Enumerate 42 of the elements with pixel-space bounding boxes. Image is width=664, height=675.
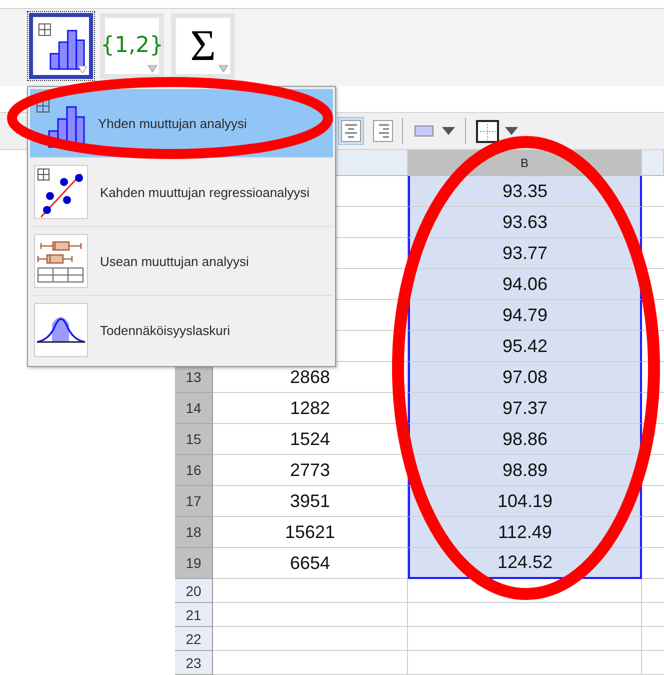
histogram-icon xyxy=(34,97,86,149)
row-header[interactable]: 17 xyxy=(175,486,213,517)
align-center-button[interactable] xyxy=(338,117,364,145)
row-header[interactable]: 14 xyxy=(175,393,213,424)
table-cell: 93.77 xyxy=(408,238,642,269)
table-cell: 15621 xyxy=(213,517,408,548)
histogram-icon xyxy=(36,21,86,71)
table-cell: 98.86 xyxy=(408,424,642,455)
table-cell: 1282 xyxy=(213,393,408,424)
table-cell: 94.79 xyxy=(408,300,642,331)
color-swatch-icon xyxy=(414,125,434,137)
row-header[interactable]: 23 xyxy=(175,651,213,675)
tool-button[interactable] xyxy=(29,13,93,79)
menu-item[interactable]: Usean muuttujan analyysi xyxy=(30,227,333,296)
table-cell: 98.89 xyxy=(408,455,642,486)
menu-item[interactable]: Kahden muuttujan regressioanalyysi xyxy=(30,158,333,227)
row-header[interactable]: 18 xyxy=(175,517,213,548)
scatter-plot-icon xyxy=(34,165,88,219)
table-cell: 97.37 xyxy=(408,393,642,424)
row-header[interactable]: 15 xyxy=(175,424,213,455)
tool-button[interactable]: {1,2} xyxy=(100,13,164,79)
row-header[interactable]: 21 xyxy=(175,603,213,627)
border-icon xyxy=(476,120,499,142)
caret-icon xyxy=(442,127,454,135)
row-header[interactable]: 16 xyxy=(175,455,213,486)
table-cell: 97.08 xyxy=(408,362,642,393)
tool-button[interactable]: Σ xyxy=(171,13,235,79)
row-header[interactable]: 22 xyxy=(175,627,213,651)
caret-icon xyxy=(148,65,157,72)
table-cell: 6654 xyxy=(213,548,408,579)
table-cell: 3951 xyxy=(213,486,408,517)
table-cell: 94.06 xyxy=(408,269,642,300)
bell-curve-icon xyxy=(34,303,88,357)
caret-icon xyxy=(505,127,518,135)
box-plot-icon xyxy=(34,234,88,288)
caret-icon xyxy=(78,66,87,73)
row-header[interactable]: 20 xyxy=(175,579,213,603)
caret-icon xyxy=(219,65,228,72)
menu-item[interactable]: Todennäköisyyslaskuri xyxy=(30,296,333,364)
align-right-button[interactable] xyxy=(370,117,396,145)
row-header[interactable]: 19 xyxy=(175,548,213,579)
table-cell: 95.42 xyxy=(408,331,642,362)
